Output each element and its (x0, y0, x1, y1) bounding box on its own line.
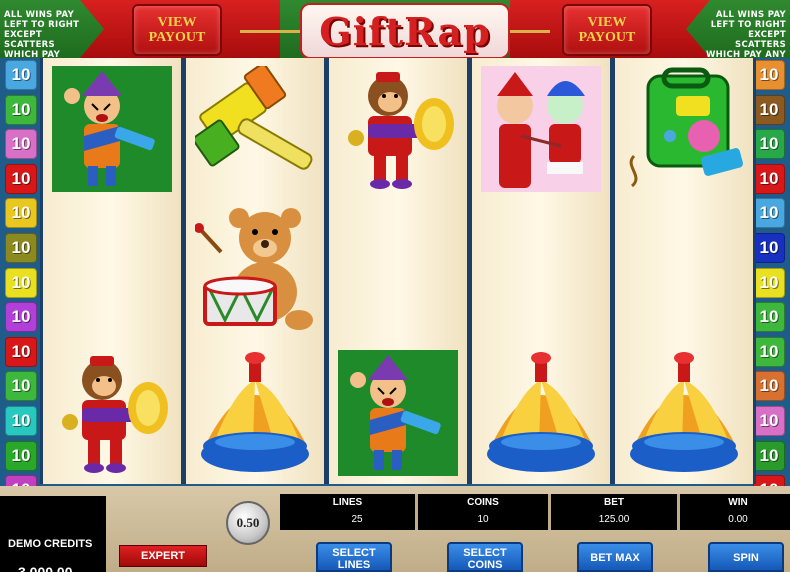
payline-marker-left-1[interactable]: 10 (5, 60, 37, 90)
top-icon (630, 352, 738, 472)
payline-marker-right-10[interactable]: 10 (753, 371, 785, 402)
win-label: WIN (728, 497, 748, 508)
top-banner: ALL WINS PAY LEFT TO RIGHT EXCEPT SCATTE… (0, 0, 790, 70)
demo-credits-value: 3,000.00 (18, 564, 73, 572)
payline-marker-right-1[interactable]: 10 (753, 60, 785, 90)
reel-symbol-toy-box (329, 200, 467, 342)
monkey-icon (348, 72, 454, 189)
payline-marker-right-5[interactable]: 10 (753, 198, 785, 229)
bet-value: 125.00 (598, 514, 630, 525)
payline-marker-left-3[interactable]: 10 (5, 129, 37, 160)
payline-marker-right-12[interactable]: 10 (753, 440, 785, 471)
payline-marker-left-11[interactable]: 10 (5, 405, 37, 436)
reel-symbol-top (472, 342, 610, 484)
reel-3 (326, 58, 470, 484)
reel-symbol-radio (615, 58, 753, 200)
select-lines-button[interactable]: SELECT LINES (316, 542, 392, 572)
payline-marker-right-8[interactable]: 10 (753, 302, 785, 333)
payline-marker-left-9[interactable]: 10 (5, 336, 37, 367)
payline-marker-left-8[interactable]: 10 (5, 302, 37, 333)
toy-box-icon (52, 208, 172, 334)
reel-symbol-elf (329, 342, 467, 484)
credits-display (0, 496, 106, 572)
lines-value: 25 (351, 514, 363, 525)
reel-2 (183, 58, 327, 484)
line-markers-left: 10101010101010101010101010 (5, 60, 37, 510)
select-coins-button[interactable]: SELECT COINS (447, 542, 523, 572)
win-value: 0.00 (728, 514, 748, 525)
reel-symbol-monkey (329, 58, 467, 200)
control-panel: DEMO CREDITS 3,000.00 EXPERT 0.50 LINES … (0, 486, 790, 572)
line-markers-right: 10101010101010101010101010 (753, 60, 785, 510)
bet-max-button[interactable]: BET MAX (577, 542, 653, 572)
reel-symbol-elf (43, 58, 181, 200)
hammer-icon (195, 66, 315, 172)
teddy-icon (195, 208, 315, 332)
coins-value: 10 (477, 514, 489, 525)
reel-symbol-top (615, 342, 753, 484)
reel-symbol-teddy (186, 200, 324, 342)
coin-size-selector[interactable]: 0.50 (226, 501, 270, 545)
payline-marker-left-2[interactable]: 10 (5, 94, 37, 125)
reel-symbol-couple (472, 58, 610, 200)
game-logo: GiftRap (300, 3, 510, 59)
slot-game: ALL WINS PAY LEFT TO RIGHT EXCEPT SCATTE… (0, 0, 790, 572)
reel-symbol-toy-box (43, 200, 181, 342)
elf-icon (52, 66, 172, 192)
payline-marker-right-7[interactable]: 10 (753, 267, 785, 298)
payline-marker-left-5[interactable]: 10 (5, 198, 37, 229)
elf-icon (338, 350, 458, 476)
reel-symbol-monkey (43, 342, 181, 484)
reel-1 (40, 58, 184, 484)
view-payout-button-left[interactable]: VIEW PAYOUT (132, 4, 222, 56)
payline-marker-left-10[interactable]: 10 (5, 371, 37, 402)
coins-label: COINS (467, 497, 499, 508)
monkey-icon (62, 356, 168, 473)
lines-label: LINES (332, 497, 363, 508)
couple-icon (481, 66, 601, 192)
radio-icon (624, 66, 744, 192)
payline-marker-right-3[interactable]: 10 (753, 129, 785, 160)
reel-4 (469, 58, 613, 484)
toy-box-icon (624, 208, 744, 334)
toy-box-icon (481, 208, 601, 334)
payline-marker-right-11[interactable]: 10 (753, 405, 785, 436)
bet-info-bar: LINES 25 COINS 10 BET 125.00 WIN 0.00 (280, 494, 790, 530)
reel-symbol-hammer (186, 58, 324, 200)
reel-5 (612, 58, 756, 484)
bet-label: BET (604, 497, 624, 508)
toy-box-icon (338, 208, 458, 334)
reel-symbol-top (186, 342, 324, 484)
rules-info-right: ALL WINS PAY LEFT TO RIGHT EXCEPT SCATTE… (705, 10, 786, 60)
payline-marker-right-4[interactable]: 10 (753, 163, 785, 194)
payline-marker-right-2[interactable]: 10 (753, 94, 785, 125)
payline-marker-left-7[interactable]: 10 (5, 267, 37, 298)
payline-marker-right-9[interactable]: 10 (753, 336, 785, 367)
payline-marker-left-6[interactable]: 10 (5, 232, 37, 263)
payline-marker-left-12[interactable]: 10 (5, 440, 37, 471)
top-icon (487, 352, 595, 472)
payline-marker-right-6[interactable]: 10 (753, 232, 785, 263)
reel-symbol-toy-box (615, 200, 753, 342)
spin-button[interactable]: SPIN (708, 542, 784, 572)
reel-symbol-toy-box (472, 200, 610, 342)
view-payout-button-right[interactable]: VIEW PAYOUT (562, 4, 652, 56)
top-icon (201, 352, 309, 472)
expert-button[interactable]: EXPERT (119, 545, 207, 567)
demo-credits-label: DEMO CREDITS (8, 538, 93, 550)
payline-marker-left-4[interactable]: 10 (5, 163, 37, 194)
